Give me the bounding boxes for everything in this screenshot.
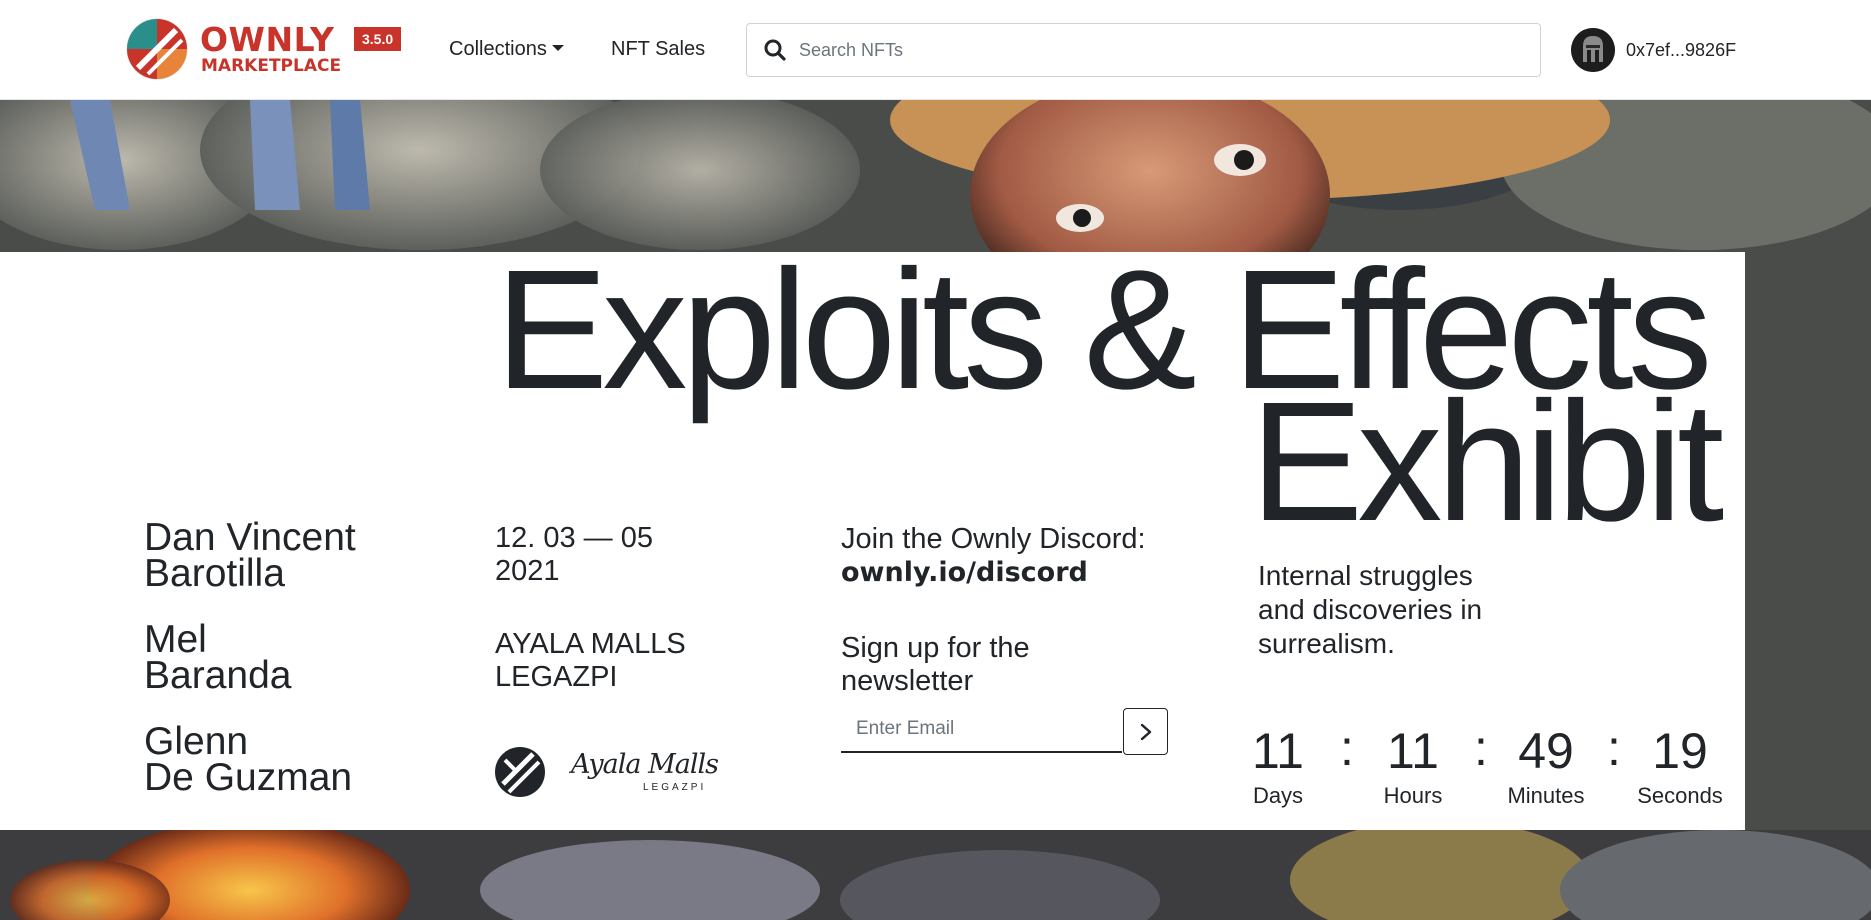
exhibit-info-panel: Exploits & Effects Exhibit Dan Vincent B…: [0, 245, 1745, 830]
countdown-separator: :: [1607, 720, 1621, 776]
artist-first-name: Dan Vincent: [144, 516, 356, 559]
ayala-malls-logo: Ayala Malls: [571, 749, 719, 780]
exhibit-tagline: Internal struggles and discoveries in su…: [1258, 560, 1483, 659]
artist-first-name: Glenn: [144, 720, 249, 763]
collections-dropdown[interactable]: Collections: [449, 35, 564, 63]
countdown-seconds: 19 Seconds: [1630, 722, 1730, 810]
search-bar: [746, 23, 1541, 77]
ownly-logo-icon: [126, 18, 188, 80]
partner-logos: Ayala Malls LEGAZPI: [495, 744, 719, 800]
avatar: [1571, 28, 1615, 72]
countdown-minutes: 49 Minutes: [1496, 722, 1596, 810]
artist-item: Dan Vincent Barotilla: [144, 516, 356, 595]
ayala-malls-logo-sub: LEGAZPI: [643, 782, 707, 793]
artist-item: Mel Baranda: [144, 618, 356, 697]
countdown-seconds-value: 19: [1652, 723, 1708, 779]
countdown-hours-value: 11: [1387, 723, 1439, 779]
version-badge: 3.5.0: [354, 27, 402, 51]
brand-logo-link[interactable]: OWNLY MARKETPLACE 3.5.0: [126, 18, 416, 82]
artist-last-name: Barotilla: [144, 552, 285, 595]
exhibit-title-line2: Exhibit: [1250, 367, 1724, 557]
artists-list: Dan Vincent Barotilla Mel Baranda Glenn …: [144, 516, 356, 826]
search-input[interactable]: [799, 25, 1529, 75]
countdown-minutes-value: 49: [1518, 723, 1574, 779]
exhibit-dates: 12. 03 — 05 2021: [495, 522, 653, 587]
collections-label: Collections: [449, 38, 547, 60]
countdown-timer: 11 Days : 11 Hours : 49 Minutes : 19 Sec…: [1250, 722, 1730, 812]
top-navbar: OWNLY MARKETPLACE 3.5.0 Collections NFT …: [0, 0, 1871, 100]
countdown-days: 11 Days: [1228, 722, 1328, 810]
artist-last-name: De Guzman: [144, 756, 353, 799]
countdown-separator: :: [1474, 720, 1488, 776]
newsletter-submit-button[interactable]: [1123, 708, 1168, 755]
countdown-days-label: Days: [1252, 783, 1304, 808]
caret-down-icon: [551, 45, 564, 51]
brand-subtitle: MARKETPLACE: [201, 56, 342, 76]
chevron-right-icon: [1140, 723, 1152, 741]
nft-sales-link[interactable]: NFT Sales: [611, 35, 705, 63]
brand-name: OWNLY: [200, 20, 335, 59]
wallet-address: 0x7ef...9826F: [1626, 40, 1737, 60]
countdown-seconds-label: Seconds: [1637, 783, 1723, 808]
countdown-hours: 11 Hours: [1363, 722, 1463, 810]
search-icon: [764, 39, 786, 61]
email-field[interactable]: [841, 707, 1122, 753]
exhibit-venue: AYALA MALLS LEGAZPI: [495, 628, 686, 693]
countdown-separator: :: [1340, 720, 1354, 776]
artist-last-name: Baranda: [144, 654, 292, 697]
discord-link[interactable]: ownly.io/discord: [841, 556, 1088, 590]
artist-item: Glenn De Guzman: [144, 720, 356, 799]
avatar-helmet-icon: [1571, 28, 1615, 72]
artist-first-name: Mel: [144, 618, 207, 661]
countdown-days-value: 11: [1252, 723, 1304, 779]
countdown-hours-label: Hours: [1383, 783, 1443, 808]
discord-label: Join the Ownly Discord:: [841, 523, 1146, 555]
countdown-minutes-label: Minutes: [1507, 783, 1585, 808]
newsletter-label: Sign up for the newsletter: [841, 632, 1030, 697]
